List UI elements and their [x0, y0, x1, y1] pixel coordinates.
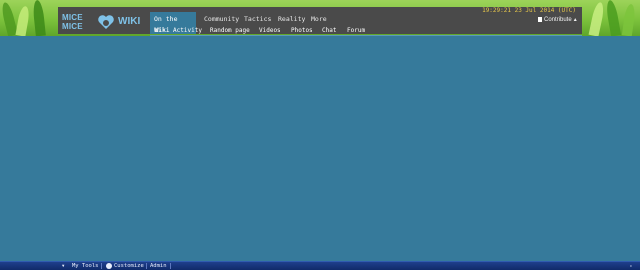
subnav-forum[interactable]: Forum: [347, 27, 365, 34]
subnav-videos[interactable]: Videos: [259, 27, 281, 34]
grass-blade: [621, 3, 637, 36]
toolbar-divider: [146, 263, 147, 269]
toolbar-divider: [101, 263, 102, 269]
logo-wiki-text: WIKI: [118, 16, 141, 27]
subnav-chat[interactable]: Chat: [322, 27, 336, 34]
subnav-photos[interactable]: Photos: [291, 27, 313, 34]
logo-line1: MICE: [62, 13, 83, 22]
grass-blade: [604, 0, 622, 36]
logo-line2: MICE: [62, 22, 83, 31]
grass-blade: [588, 1, 606, 36]
caret-down-icon: ▲: [572, 17, 578, 23]
subnav-wiki-activity[interactable]: Wiki Activity: [155, 27, 202, 34]
heart-logo-icon: [98, 15, 114, 29]
subnav-divider: [150, 35, 582, 36]
global-header: MICE MICE WIKI On the Wiki Community Tac…: [58, 7, 582, 34]
grass-blade: [15, 5, 31, 36]
gear-icon[interactable]: [106, 263, 112, 269]
contribute-label: Contribute: [544, 17, 572, 23]
contribute-button[interactable]: Contribute▲: [536, 15, 578, 25]
server-timestamp: 19:29:21 23 Jul 2014 (UTC): [482, 7, 576, 14]
document-icon: [538, 16, 542, 22]
subnav-random-page[interactable]: Random page: [210, 27, 250, 34]
toolbar-divider: [170, 263, 171, 269]
grass-blade: [32, 0, 46, 36]
wiki-logo[interactable]: MICE MICE WIKI: [62, 11, 146, 33]
